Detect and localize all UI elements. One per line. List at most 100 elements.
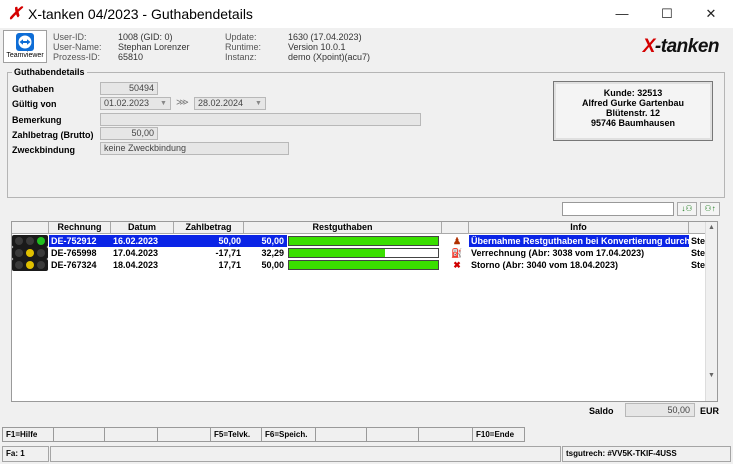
col-header-status [12, 222, 49, 234]
person-icon: ♟ [452, 236, 462, 246]
table-row[interactable]: DE-752912 16.02.2023 50,00 50,00 ♟ Übernahme … [12, 235, 706, 247]
cell-info: Storno (Abr: 3040 vom 18.04.2023) [471, 260, 619, 270]
col-header-type [442, 222, 469, 234]
invoice-table[interactable]: Rechnung Datum Zahlbetrag Restguthaben I… [11, 221, 718, 402]
cell-rechnung: DE-752912 [49, 235, 111, 247]
customer-line-3: Blütenstr. 12 [605, 108, 661, 118]
cell-rechnung: DE-765998 [51, 248, 97, 258]
cell-info: Übernahme Restguthaben bei Konvertierung… [469, 235, 689, 247]
cell-datum: 16.02.2023 [111, 235, 174, 247]
f2-button[interactable] [53, 427, 105, 442]
col-header-restguthaben[interactable]: Restguthaben [244, 222, 442, 234]
pump-icon: ⛽ [451, 248, 463, 258]
minimize-button[interactable]: — [600, 0, 644, 28]
f7-button[interactable] [315, 427, 367, 442]
cell-restguthaben: 50,00 [244, 235, 287, 247]
cell-zahlbetrag: -17,71 [215, 248, 241, 258]
cell-extra: Ste [691, 248, 706, 258]
gueltig-von-field[interactable]: 01.02.2023 ▼ [100, 97, 171, 110]
maximize-button[interactable]: ☐ [645, 0, 689, 28]
table-row[interactable]: DE-765998 17.04.2023 -17,71 32,29 ⛽ Verrechnu… [12, 247, 706, 259]
zweck-label: Zweckbindung [12, 145, 75, 155]
brand-x: X [642, 36, 656, 57]
status-light [26, 261, 34, 269]
status-fa: Fa: 1 [2, 446, 49, 462]
restguthaben-bar [288, 248, 439, 258]
gueltig-label: Gültig von [12, 99, 57, 109]
status-light [15, 249, 23, 257]
cell-restguthaben: 32,29 [261, 248, 284, 258]
close-button[interactable]: ✕ [689, 0, 733, 28]
status-light [37, 249, 45, 257]
col-header-datum[interactable]: Datum [111, 222, 174, 234]
f6-save-button[interactable]: F6=Speich. [261, 427, 316, 442]
f9-button[interactable] [418, 427, 473, 442]
update-value: 1630 (17.04.2023) [288, 32, 362, 42]
table-scrollbar[interactable]: ▲ ▼ [705, 222, 717, 401]
traffic-light-icon [12, 259, 48, 271]
details-group-title: Guthabendetails [12, 67, 87, 77]
teamviewer-icon [16, 33, 34, 51]
chevron-down-icon[interactable]: ▼ [254, 99, 263, 108]
gueltig-bis-field[interactable]: 28.02.2024 ▼ [194, 97, 266, 110]
col-header-extra [689, 222, 706, 234]
status-message [50, 446, 561, 462]
status-bar: Fa: 1 tsgutrech: #VV5K-TKIF-4USS [0, 446, 733, 464]
f10-exit-button[interactable]: F10=Ende [472, 427, 525, 442]
scroll-up-icon[interactable]: ▲ [708, 224, 715, 231]
saldo-label: Saldo [589, 406, 614, 416]
bemerkung-label: Bemerkung [12, 115, 62, 125]
search-down-button[interactable]: ↓⚇ [677, 202, 697, 216]
runtime-value: Version 10.0.1 [288, 42, 346, 52]
status-light [15, 261, 23, 269]
zweck-field: keine Zweckbindung [100, 142, 289, 155]
instanz-value: demo (Xpoint)(acu7) [288, 52, 371, 62]
cell-zahlbetrag: 17,71 [218, 260, 241, 270]
f4-button[interactable] [157, 427, 211, 442]
customer-box: Kunde: 32513 Alfred Gurke Gartenbau Blüt… [553, 81, 713, 141]
customer-line-2: Alfred Gurke Gartenbau [581, 98, 685, 108]
cell-zahlbetrag: 50,00 [174, 235, 244, 247]
col-header-rechnung[interactable]: Rechnung [49, 222, 111, 234]
teamviewer-button[interactable]: Teamviewer [3, 30, 47, 63]
status-light [37, 261, 45, 269]
chevron-down-icon[interactable]: ▼ [159, 99, 168, 108]
guthaben-field: 50494 [100, 82, 158, 95]
f5-telvk-button[interactable]: F5=Telvk. [210, 427, 262, 442]
function-key-bar: F1=Hilfe F5=Telvk. F6=Speich. F10=Ende [0, 427, 733, 443]
restguthaben-bar-fill [289, 249, 386, 257]
f1-help-button[interactable]: F1=Hilfe [2, 427, 54, 442]
col-header-zahlbetrag[interactable]: Zahlbetrag [174, 222, 244, 234]
customer-line-4: 95746 Baumhausen [590, 118, 676, 128]
update-label: Update: [225, 32, 257, 42]
f8-button[interactable] [366, 427, 419, 442]
teamviewer-label: Teamviewer [6, 52, 44, 59]
search-up-button[interactable]: ⚇↑ [700, 202, 720, 216]
prozess-id-label: Prozess-ID: [53, 52, 101, 62]
col-header-info[interactable]: Info [469, 222, 689, 234]
search-input[interactable] [562, 202, 674, 216]
cell-extra: Ste [691, 260, 706, 270]
restguthaben-bar-fill [289, 261, 438, 269]
user-id-value: 1008 (GID: 0) [118, 32, 173, 42]
f3-button[interactable] [104, 427, 158, 442]
window-title: X-tanken 04/2023 - Guthabendetails [28, 6, 253, 22]
app-logo-icon: ✗ [8, 4, 23, 23]
gueltig-bis-value: 28.02.2024 [198, 98, 244, 108]
cell-rechnung: DE-767324 [51, 260, 97, 270]
table-row[interactable]: DE-767324 18.04.2023 17,71 50,00 ✖ Storno (Ab… [12, 259, 706, 271]
brand-text: -tanken [654, 36, 720, 57]
scroll-down-icon[interactable]: ▼ [708, 372, 715, 379]
runtime-label: Runtime: [225, 42, 262, 52]
saldo-value: 50,00 [625, 403, 695, 417]
user-id-label: User-ID: [53, 32, 87, 42]
gueltig-von-value: 01.02.2023 [104, 98, 150, 108]
user-name-label: User-Name: [53, 42, 102, 52]
cell-info: Verrechnung (Abr: 3038 vom 17.04.2023) [471, 248, 645, 258]
bemerkung-field[interactable] [100, 113, 421, 126]
traffic-light-icon [12, 247, 48, 259]
guthaben-label: Guthaben [12, 84, 54, 94]
prozess-id-value: 65810 [118, 52, 144, 62]
binoculars-icon: ⚇ [704, 204, 712, 213]
status-light [26, 249, 34, 257]
